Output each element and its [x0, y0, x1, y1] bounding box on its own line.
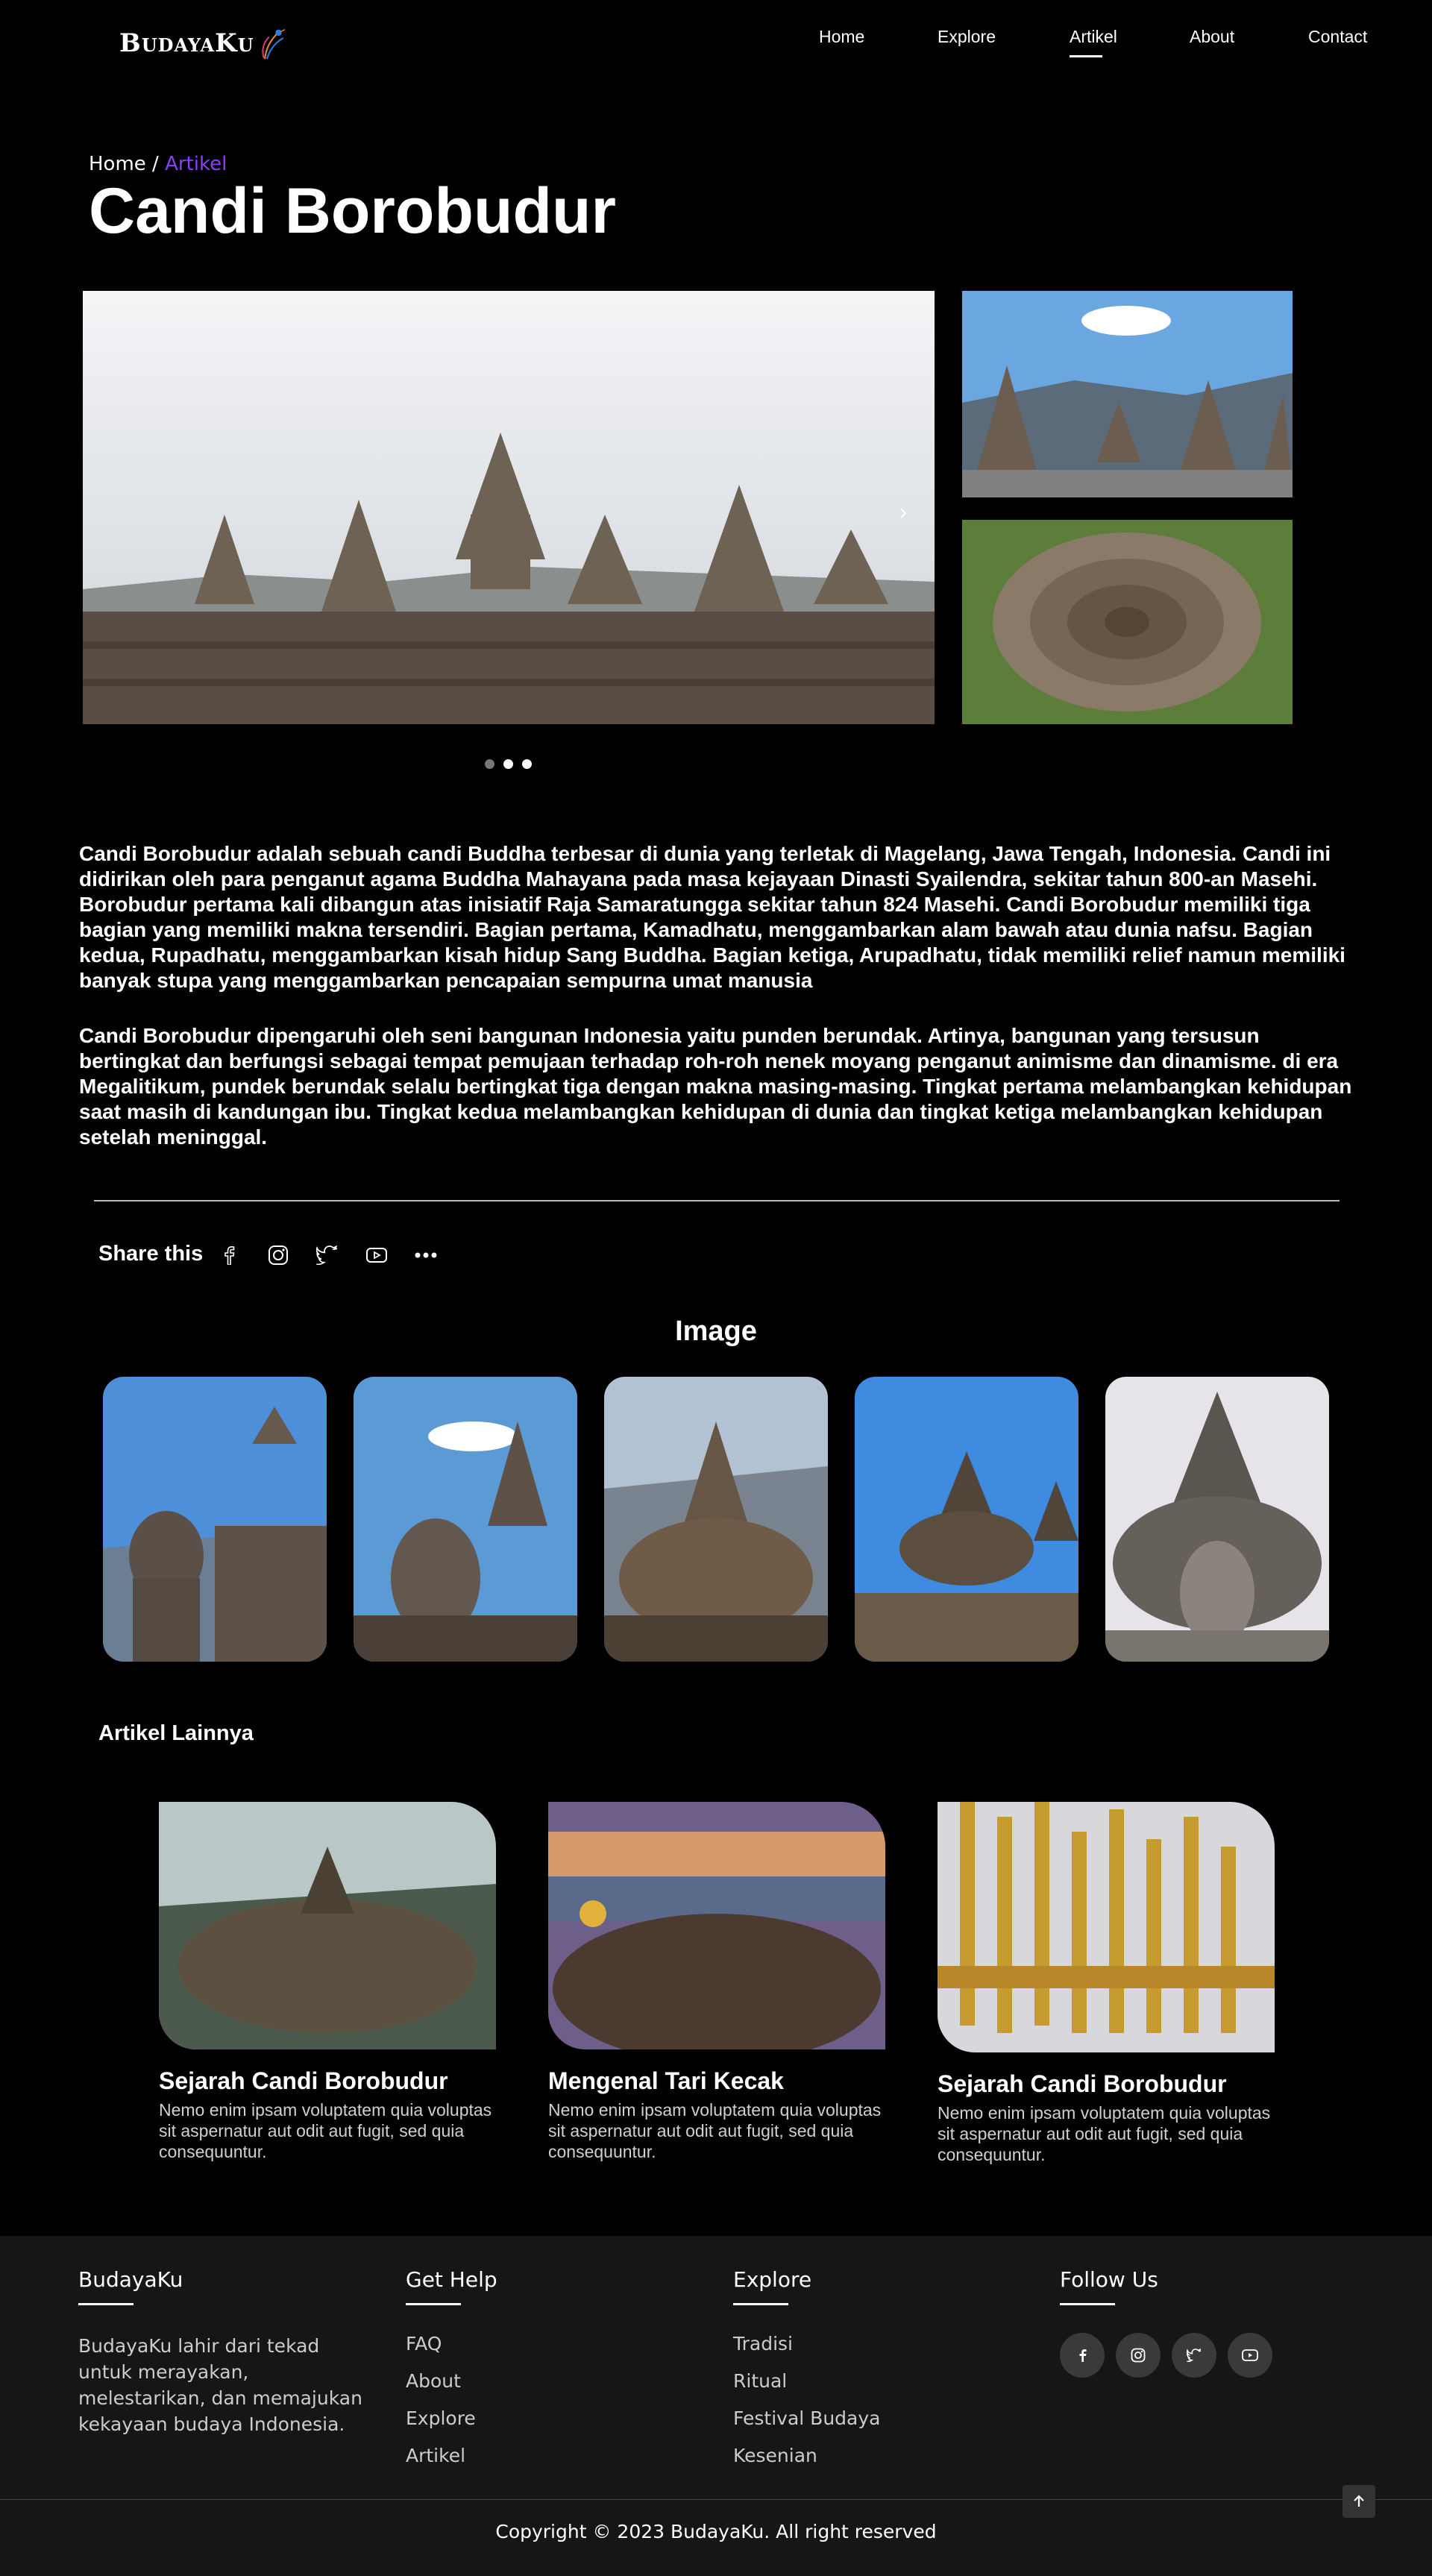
card-title[interactable]: Sejarah Candi Borobudur: [938, 2070, 1275, 2098]
nav-explore[interactable]: Explore: [938, 27, 996, 47]
nav-home[interactable]: Home: [819, 27, 864, 47]
breadcrumb-current: Artikel: [165, 153, 227, 175]
scroll-to-top-button[interactable]: [1342, 2485, 1375, 2518]
gallery-image[interactable]: [354, 1377, 577, 1662]
footer-divider: [0, 2499, 1432, 2500]
footer-link-kesenian[interactable]: Kesenian: [733, 2445, 817, 2466]
footer-follow-title: Follow Us: [1060, 2267, 1158, 2292]
footer-link-festival[interactable]: Festival Budaya: [733, 2407, 880, 2429]
divider: [94, 1200, 1340, 1201]
youtube-icon[interactable]: [363, 1242, 390, 1269]
footer-link-ritual[interactable]: Ritual: [733, 2370, 787, 2392]
carousel-dot[interactable]: [522, 759, 532, 769]
footer-link-artikel[interactable]: Artikel: [406, 2445, 465, 2466]
card-image[interactable]: [938, 1802, 1275, 2052]
article-paragraph: Candi Borobudur dipengaruhi oleh seni ba…: [79, 1024, 1352, 1149]
carousel-dot[interactable]: [503, 759, 513, 769]
article-card[interactable]: Sejarah Candi Borobudur Nemo enim ipsam …: [938, 1802, 1275, 2165]
article-card[interactable]: Sejarah Candi Borobudur Nemo enim ipsam …: [159, 1802, 496, 2162]
instagram-icon[interactable]: [1116, 2333, 1161, 2378]
twitter-icon[interactable]: [314, 1242, 341, 1269]
carousel-indicators: [485, 759, 532, 769]
hero-thumbnail-2[interactable]: [962, 520, 1293, 724]
article-paragraph: Candi Borobudur adalah sebuah candi Budd…: [79, 842, 1345, 992]
footer-link-tradisi[interactable]: Tradisi: [733, 2333, 793, 2354]
nav-about[interactable]: About: [1190, 27, 1234, 47]
footer-brand: BudayaKu: [78, 2267, 183, 2292]
article-card[interactable]: Mengenal Tari Kecak Nemo enim ipsam volu…: [548, 1802, 885, 2162]
footer-underline: [733, 2303, 788, 2305]
peacock-icon: [261, 29, 285, 60]
footer-underline: [406, 2303, 461, 2305]
nav-contact[interactable]: Contact: [1308, 27, 1367, 47]
facebook-icon[interactable]: [216, 1242, 242, 1269]
card-image[interactable]: [159, 1802, 496, 2049]
card-title[interactable]: Sejarah Candi Borobudur: [159, 2067, 496, 2095]
hero-carousel-image[interactable]: [83, 291, 935, 724]
footer-underline: [78, 2303, 134, 2305]
breadcrumb-home[interactable]: Home: [89, 153, 146, 175]
facebook-icon[interactable]: [1060, 2333, 1105, 2378]
brand-logo[interactable]: BudayaKu: [119, 13, 291, 73]
related-title: Artikel Lainnya: [98, 1721, 254, 1745]
copyright: Copyright © 2023 BudayaKu. All right res…: [495, 2521, 937, 2542]
footer-help-title: Get Help: [406, 2267, 497, 2292]
brand-name: BudayaKu: [119, 28, 254, 58]
footer-underline: [1060, 2303, 1115, 2305]
page-title: Candi Borobudur: [89, 175, 617, 247]
card-image[interactable]: [548, 1802, 885, 2049]
footer-link-faq[interactable]: FAQ: [406, 2333, 442, 2354]
carousel-next-icon[interactable]: ›: [899, 500, 922, 524]
breadcrumb-separator: /: [152, 153, 159, 175]
footer-link-about[interactable]: About: [406, 2370, 461, 2392]
gallery-image[interactable]: [1105, 1377, 1329, 1662]
more-icon[interactable]: [412, 1242, 439, 1269]
nav-artikel[interactable]: Artikel: [1070, 27, 1117, 47]
card-title[interactable]: Mengenal Tari Kecak: [548, 2067, 885, 2095]
gallery-image[interactable]: [103, 1377, 327, 1662]
gallery-title: Image: [675, 1316, 757, 1347]
article-body: Candi Borobudur adalah sebuah candi Budd…: [79, 841, 1362, 1180]
arrow-up-icon: [1354, 2495, 1364, 2507]
gallery-image[interactable]: [604, 1377, 828, 1662]
nav-active-indicator: [1070, 55, 1102, 57]
instagram-icon[interactable]: [265, 1242, 292, 1269]
share-label: Share this: [98, 1242, 204, 1266]
youtube-icon[interactable]: [1228, 2333, 1272, 2378]
carousel-dot[interactable]: [485, 759, 494, 769]
hero-thumbnail-1[interactable]: [962, 291, 1293, 497]
twitter-icon[interactable]: [1172, 2333, 1216, 2378]
breadcrumb: Home / Artikel: [89, 153, 227, 175]
card-description: Nemo enim ipsam voluptatem quia voluptas…: [548, 2100, 882, 2161]
footer-explore-title: Explore: [733, 2267, 812, 2292]
footer-description: BudayaKu lahir dari tekad untuk merayaka…: [78, 2335, 362, 2435]
card-description: Nemo enim ipsam voluptatem quia voluptas…: [938, 2103, 1271, 2164]
card-description: Nemo enim ipsam voluptatem quia voluptas…: [159, 2100, 492, 2161]
footer-link-explore[interactable]: Explore: [406, 2407, 476, 2429]
gallery-image[interactable]: [855, 1377, 1078, 1662]
